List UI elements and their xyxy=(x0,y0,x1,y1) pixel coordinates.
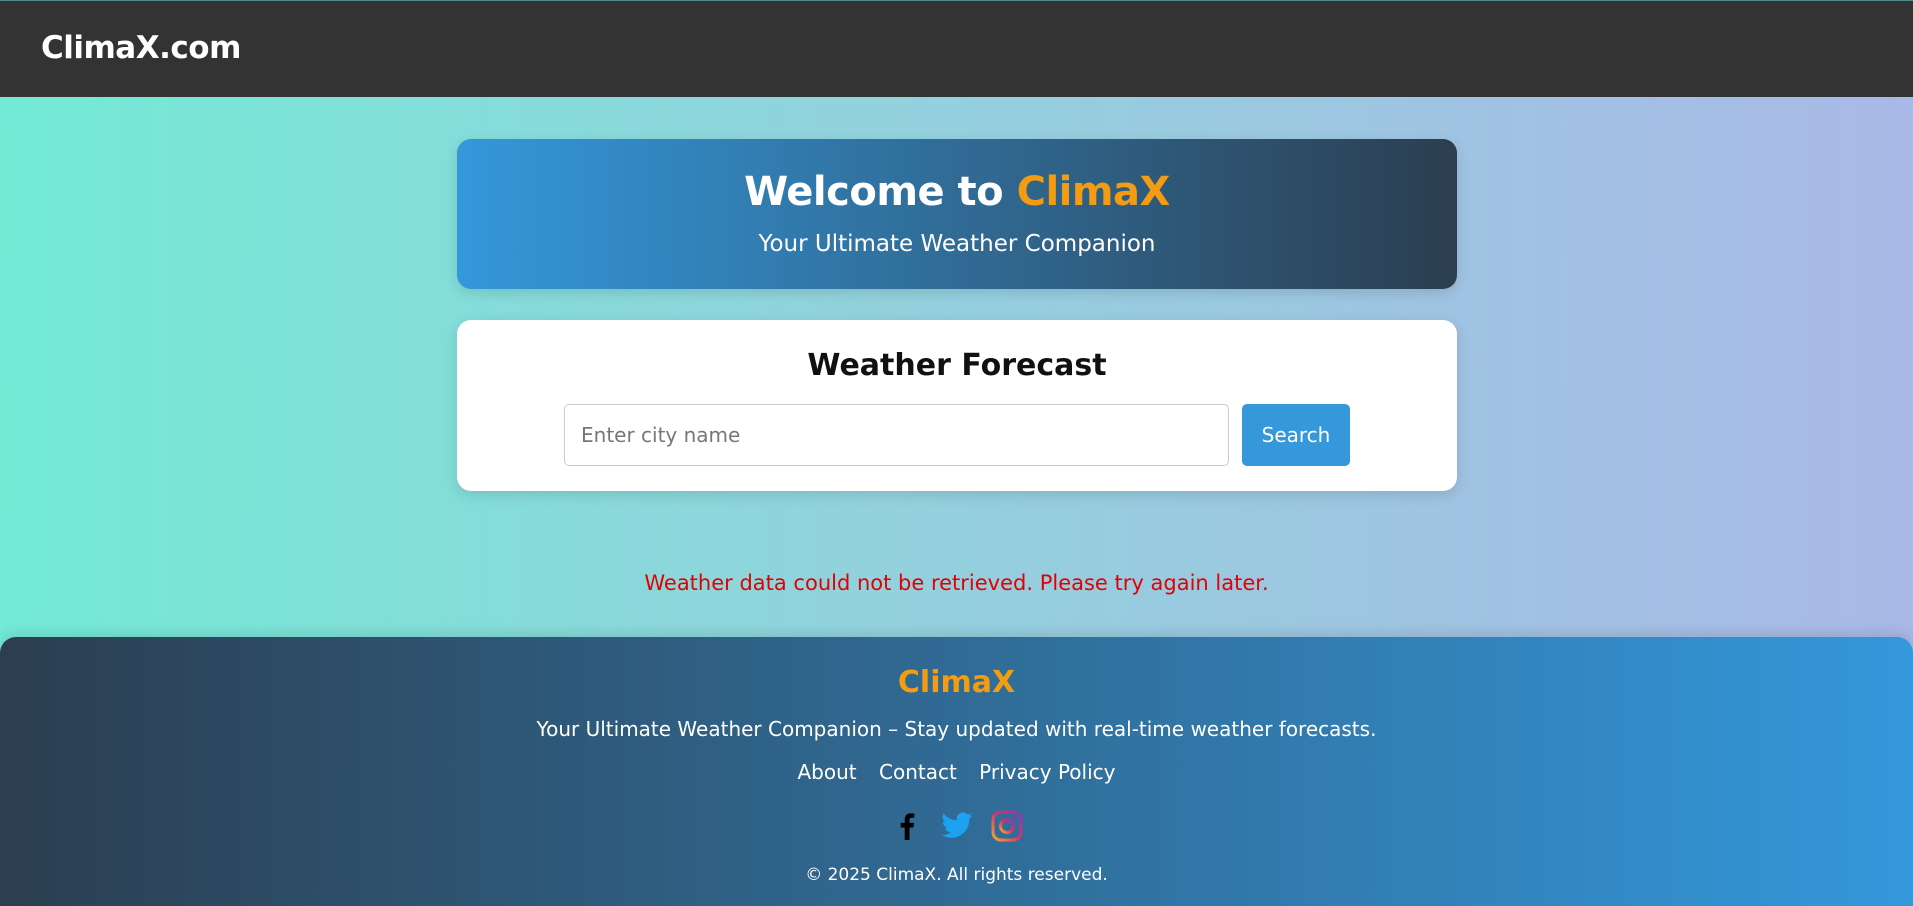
footer-tagline: Your Ultimate Weather Companion – Stay u… xyxy=(536,717,1377,741)
search-button[interactable]: Search xyxy=(1242,404,1350,466)
footer-link-privacy-policy[interactable]: Privacy Policy xyxy=(979,760,1115,784)
forecast-title: Weather Forecast xyxy=(807,348,1107,383)
instagram-icon[interactable] xyxy=(990,809,1024,843)
copyright-text: © 2025 ClimaX. All rights reserved. xyxy=(805,865,1108,885)
welcome-banner: Welcome to ClimaX Your Ultimate Weather … xyxy=(457,139,1457,289)
social-links xyxy=(0,808,1913,844)
error-message: Weather data could not be retrieved. Ple… xyxy=(644,571,1269,595)
facebook-icon[interactable] xyxy=(890,809,924,843)
top-navbar: ClimaX.com xyxy=(0,0,1913,97)
welcome-title-accent: ClimaX xyxy=(1016,169,1171,215)
twitter-icon[interactable] xyxy=(940,809,974,843)
welcome-subtitle: Your Ultimate Weather Companion xyxy=(758,231,1156,257)
footer: ClimaX Your Ultimate Weather Companion –… xyxy=(0,637,1913,906)
site-logo[interactable]: ClimaX.com xyxy=(41,30,241,66)
footer-brand: ClimaX xyxy=(897,665,1016,700)
footer-links: About Contact Privacy Policy xyxy=(0,760,1913,784)
welcome-title: Welcome to ClimaX xyxy=(457,169,1457,215)
footer-link-contact[interactable]: Contact xyxy=(879,760,957,784)
welcome-title-prefix: Welcome to xyxy=(744,169,1004,215)
forecast-card: Weather Forecast Search xyxy=(457,320,1457,491)
footer-link-about[interactable]: About xyxy=(798,760,857,784)
city-search-input[interactable] xyxy=(564,404,1229,466)
